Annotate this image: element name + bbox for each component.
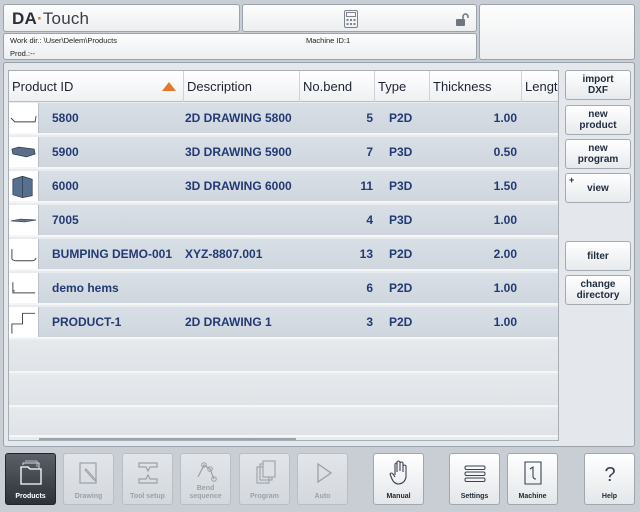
cell-thickness: 1.00: [493, 213, 517, 227]
cell-thickness: 1.00: [493, 281, 517, 295]
status-info-panel: Work dir.: \User\Delem\Products Machine …: [3, 33, 477, 60]
cell-no-bend: 5: [366, 111, 373, 125]
expand-plus-icon: +: [569, 175, 575, 185]
unlock-icon[interactable]: [455, 13, 469, 27]
cell-product-id: PRODUCT-1: [52, 315, 122, 329]
cell-type: P2D: [389, 247, 413, 261]
tool-setup-icon: [138, 462, 158, 484]
cell-type: P3D: [389, 179, 413, 193]
calculator-icon[interactable]: [344, 10, 358, 28]
cell-type: P3D: [389, 145, 413, 159]
cell-description: 2D DRAWING 1: [185, 315, 272, 329]
cell-description: XYZ-8807.001: [185, 247, 263, 261]
cell-type: P2D: [389, 111, 413, 125]
table-row[interactable]: demo hems 6 P2D 1.00: [9, 273, 558, 305]
cell-no-bend: 11: [360, 179, 373, 193]
nav-help-button[interactable]: ? Help: [584, 453, 635, 505]
product-thumbnail-icon: [9, 239, 39, 269]
product-table: Product ID Description No.bend Type Thic…: [8, 70, 559, 441]
nav-bend-sequence-button[interactable]: Bend sequence: [180, 453, 231, 505]
sort-ascending-icon: [162, 82, 176, 91]
header-right-panel: [479, 4, 635, 60]
cell-product-id: 7005: [52, 213, 79, 227]
app-logo: DA·Touch: [12, 9, 90, 28]
table-row[interactable]: 6000 3D DRAWING 6000 11 P3D 1.50: [9, 171, 558, 203]
product-thumbnail-icon: [9, 103, 39, 133]
cell-no-bend: 4: [366, 213, 373, 227]
hand-icon: [389, 460, 407, 485]
table-row[interactable]: BUMPING DEMO-001 XYZ-8807.001 13 P2D 2.0…: [9, 239, 558, 271]
table-header: Product ID Description No.bend Type Thic…: [9, 71, 558, 102]
nav-tool-setup-button[interactable]: Tool setup: [122, 453, 173, 505]
header-tools-panel: [242, 4, 477, 32]
machine-id-text: Machine ID:1: [306, 36, 351, 45]
table-row[interactable]: PRODUCT-1 2D DRAWING 1 3 P2D 1.00: [9, 307, 558, 339]
logo-panel: DA·Touch: [3, 4, 240, 32]
cell-product-id: BUMPING DEMO-001: [52, 247, 173, 261]
bend-sequence-label: Bend sequence: [189, 485, 222, 500]
cell-thickness: 1.00: [493, 315, 517, 329]
cell-product-id: 6000: [52, 179, 79, 193]
table-row[interactable]: 5900 3D DRAWING 5900 7 P3D 0.50: [9, 137, 558, 169]
cell-no-bend: 3: [366, 315, 373, 329]
column-header-description[interactable]: Description: [184, 71, 300, 102]
nav-manual-button[interactable]: Manual: [373, 453, 424, 505]
column-header-length[interactable]: Length: [522, 71, 558, 102]
svg-text:?: ?: [604, 464, 615, 486]
bend-sequence-icon: [197, 462, 217, 482]
settings-list-icon: [464, 465, 486, 482]
product-thumbnail-icon: [9, 137, 39, 167]
nav-settings-button[interactable]: Settings: [449, 453, 500, 505]
horizontal-scrollbar[interactable]: [39, 438, 296, 440]
machine-page-icon: [524, 461, 542, 485]
column-header-product-id[interactable]: Product ID: [9, 71, 184, 102]
nav-drawing-button[interactable]: Drawing: [63, 453, 114, 505]
table-row[interactable]: 5800 2D DRAWING 5800 5 P2D 1.00: [9, 103, 558, 135]
cell-product-id: demo hems: [52, 281, 119, 295]
cell-thickness: 0.50: [493, 145, 517, 159]
drawing-pencil-icon: [79, 462, 98, 484]
cell-type: P2D: [389, 281, 413, 295]
table-row[interactable]: 7005 4 P3D 1.00: [9, 205, 558, 237]
folder-icon: [20, 460, 42, 485]
empty-row: [9, 409, 558, 437]
cell-product-id: 5900: [52, 145, 79, 159]
product-thumbnail-icon: [9, 273, 39, 303]
cell-description: 3D DRAWING 6000: [185, 179, 292, 193]
column-header-no-bend[interactable]: No.bend: [300, 71, 375, 102]
play-icon: [317, 462, 333, 484]
cell-description: 3D DRAWING 5900: [185, 145, 292, 159]
column-header-thickness[interactable]: Thickness: [430, 71, 522, 102]
cell-product-id: 5800: [52, 111, 79, 125]
change-directory-button[interactable]: change directory: [565, 275, 631, 305]
nav-products-button[interactable]: Products: [5, 453, 56, 505]
work-dir-text: Work dir.: \User\Delem\Products: [10, 36, 117, 45]
help-question-icon: ?: [604, 464, 615, 486]
nav-machine-button[interactable]: Machine: [507, 453, 558, 505]
empty-row: [9, 341, 558, 373]
nav-program-button[interactable]: Program: [239, 453, 290, 505]
new-program-button[interactable]: new program: [565, 139, 631, 169]
cell-no-bend: 13: [359, 247, 373, 261]
cell-thickness: 1.00: [493, 111, 517, 125]
cell-type: P2D: [389, 315, 413, 329]
product-thumbnail-icon: [9, 171, 39, 201]
nav-auto-button[interactable]: Auto: [297, 453, 348, 505]
cell-description: 2D DRAWING 5800: [185, 111, 292, 125]
cell-thickness: 2.00: [493, 247, 517, 261]
cell-no-bend: 7: [366, 145, 373, 159]
cell-no-bend: 6: [366, 281, 373, 295]
program-pages-icon: [256, 460, 276, 484]
import-dxf-button[interactable]: import DXF: [565, 70, 631, 100]
prod-text: Prod.:--: [10, 49, 36, 58]
new-product-button[interactable]: new product: [565, 105, 631, 135]
product-thumbnail-icon: [9, 307, 39, 337]
view-button[interactable]: + view: [565, 173, 631, 203]
cell-type: P3D: [389, 213, 413, 227]
cell-thickness: 1.50: [493, 179, 517, 193]
column-header-type[interactable]: Type: [375, 71, 430, 102]
filter-button[interactable]: filter: [565, 241, 631, 271]
empty-row: [9, 375, 558, 407]
product-thumbnail-icon: [9, 205, 39, 235]
